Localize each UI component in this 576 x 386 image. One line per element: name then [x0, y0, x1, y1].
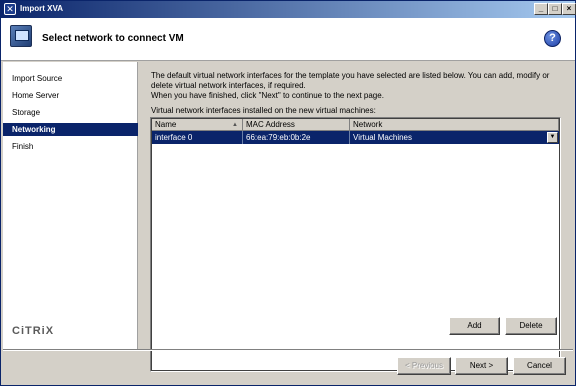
wizard-header: Select network to connect VM ? — [1, 18, 575, 61]
grid-header: Name ▲ MAC Address Network — [152, 119, 559, 131]
next-button[interactable]: Next > — [455, 357, 508, 375]
table-row[interactable]: interface 0 66:ea:79:eb:0b:2e Virtual Ma… — [152, 131, 559, 144]
previous-button[interactable]: < Previous — [397, 357, 451, 375]
network-dropdown[interactable]: Virtual Machines ▼ — [350, 131, 559, 144]
column-header-mac[interactable]: MAC Address — [243, 119, 350, 131]
step-home-server: Home Server — [12, 91, 60, 100]
column-header-name-label: Name — [155, 120, 177, 129]
window-title: Import XVA — [20, 4, 63, 13]
step-finish: Finish — [12, 142, 34, 151]
help-icon[interactable]: ? — [544, 30, 561, 47]
interfaces-list-label: Virtual network interfaces installed on … — [151, 106, 376, 115]
page-title: Select network to connect VM — [42, 33, 184, 44]
step-storage: Storage — [12, 108, 41, 117]
xencenter-app-icon: ✕ — [4, 3, 16, 15]
cancel-button[interactable]: Cancel — [513, 357, 566, 375]
chevron-down-icon[interactable]: ▼ — [547, 132, 558, 143]
column-header-network[interactable]: Network — [350, 119, 559, 131]
network-vm-icon — [10, 25, 32, 47]
delete-button[interactable]: Delete — [505, 317, 557, 335]
close-button[interactable]: × — [562, 3, 576, 15]
footer-divider — [3, 349, 573, 351]
cell-name[interactable]: interface 0 — [152, 131, 243, 144]
import-xva-window: ✕ Import XVA _ □ × Select network to con… — [0, 0, 576, 386]
network-dropdown-value: Virtual Machines — [353, 133, 412, 142]
sort-ascending-icon: ▲ — [232, 122, 238, 128]
maximize-button[interactable]: □ — [548, 3, 562, 15]
instruction-text: When you have finished, click "Next" to … — [151, 91, 384, 100]
column-header-name[interactable]: Name ▲ — [152, 119, 243, 131]
add-button[interactable]: Add — [449, 317, 500, 335]
step-import-source: Import Source — [12, 74, 63, 83]
citrix-logo: CiTRiX — [12, 325, 55, 337]
minimize-button[interactable]: _ — [534, 3, 548, 15]
description-text: The default virtual network interfaces f… — [151, 71, 550, 90]
wizard-steps-sidebar: Import Source Home Server Storage Networ… — [3, 62, 138, 349]
cell-mac-address[interactable]: 66:ea:79:eb:0b:2e — [243, 131, 350, 144]
page-description: The default virtual network interfaces f… — [151, 71, 561, 101]
title-bar: ✕ Import XVA _ □ × — [1, 1, 576, 18]
networking-page: The default virtual network interfaces f… — [138, 62, 575, 372]
step-networking: Networking — [3, 123, 138, 136]
